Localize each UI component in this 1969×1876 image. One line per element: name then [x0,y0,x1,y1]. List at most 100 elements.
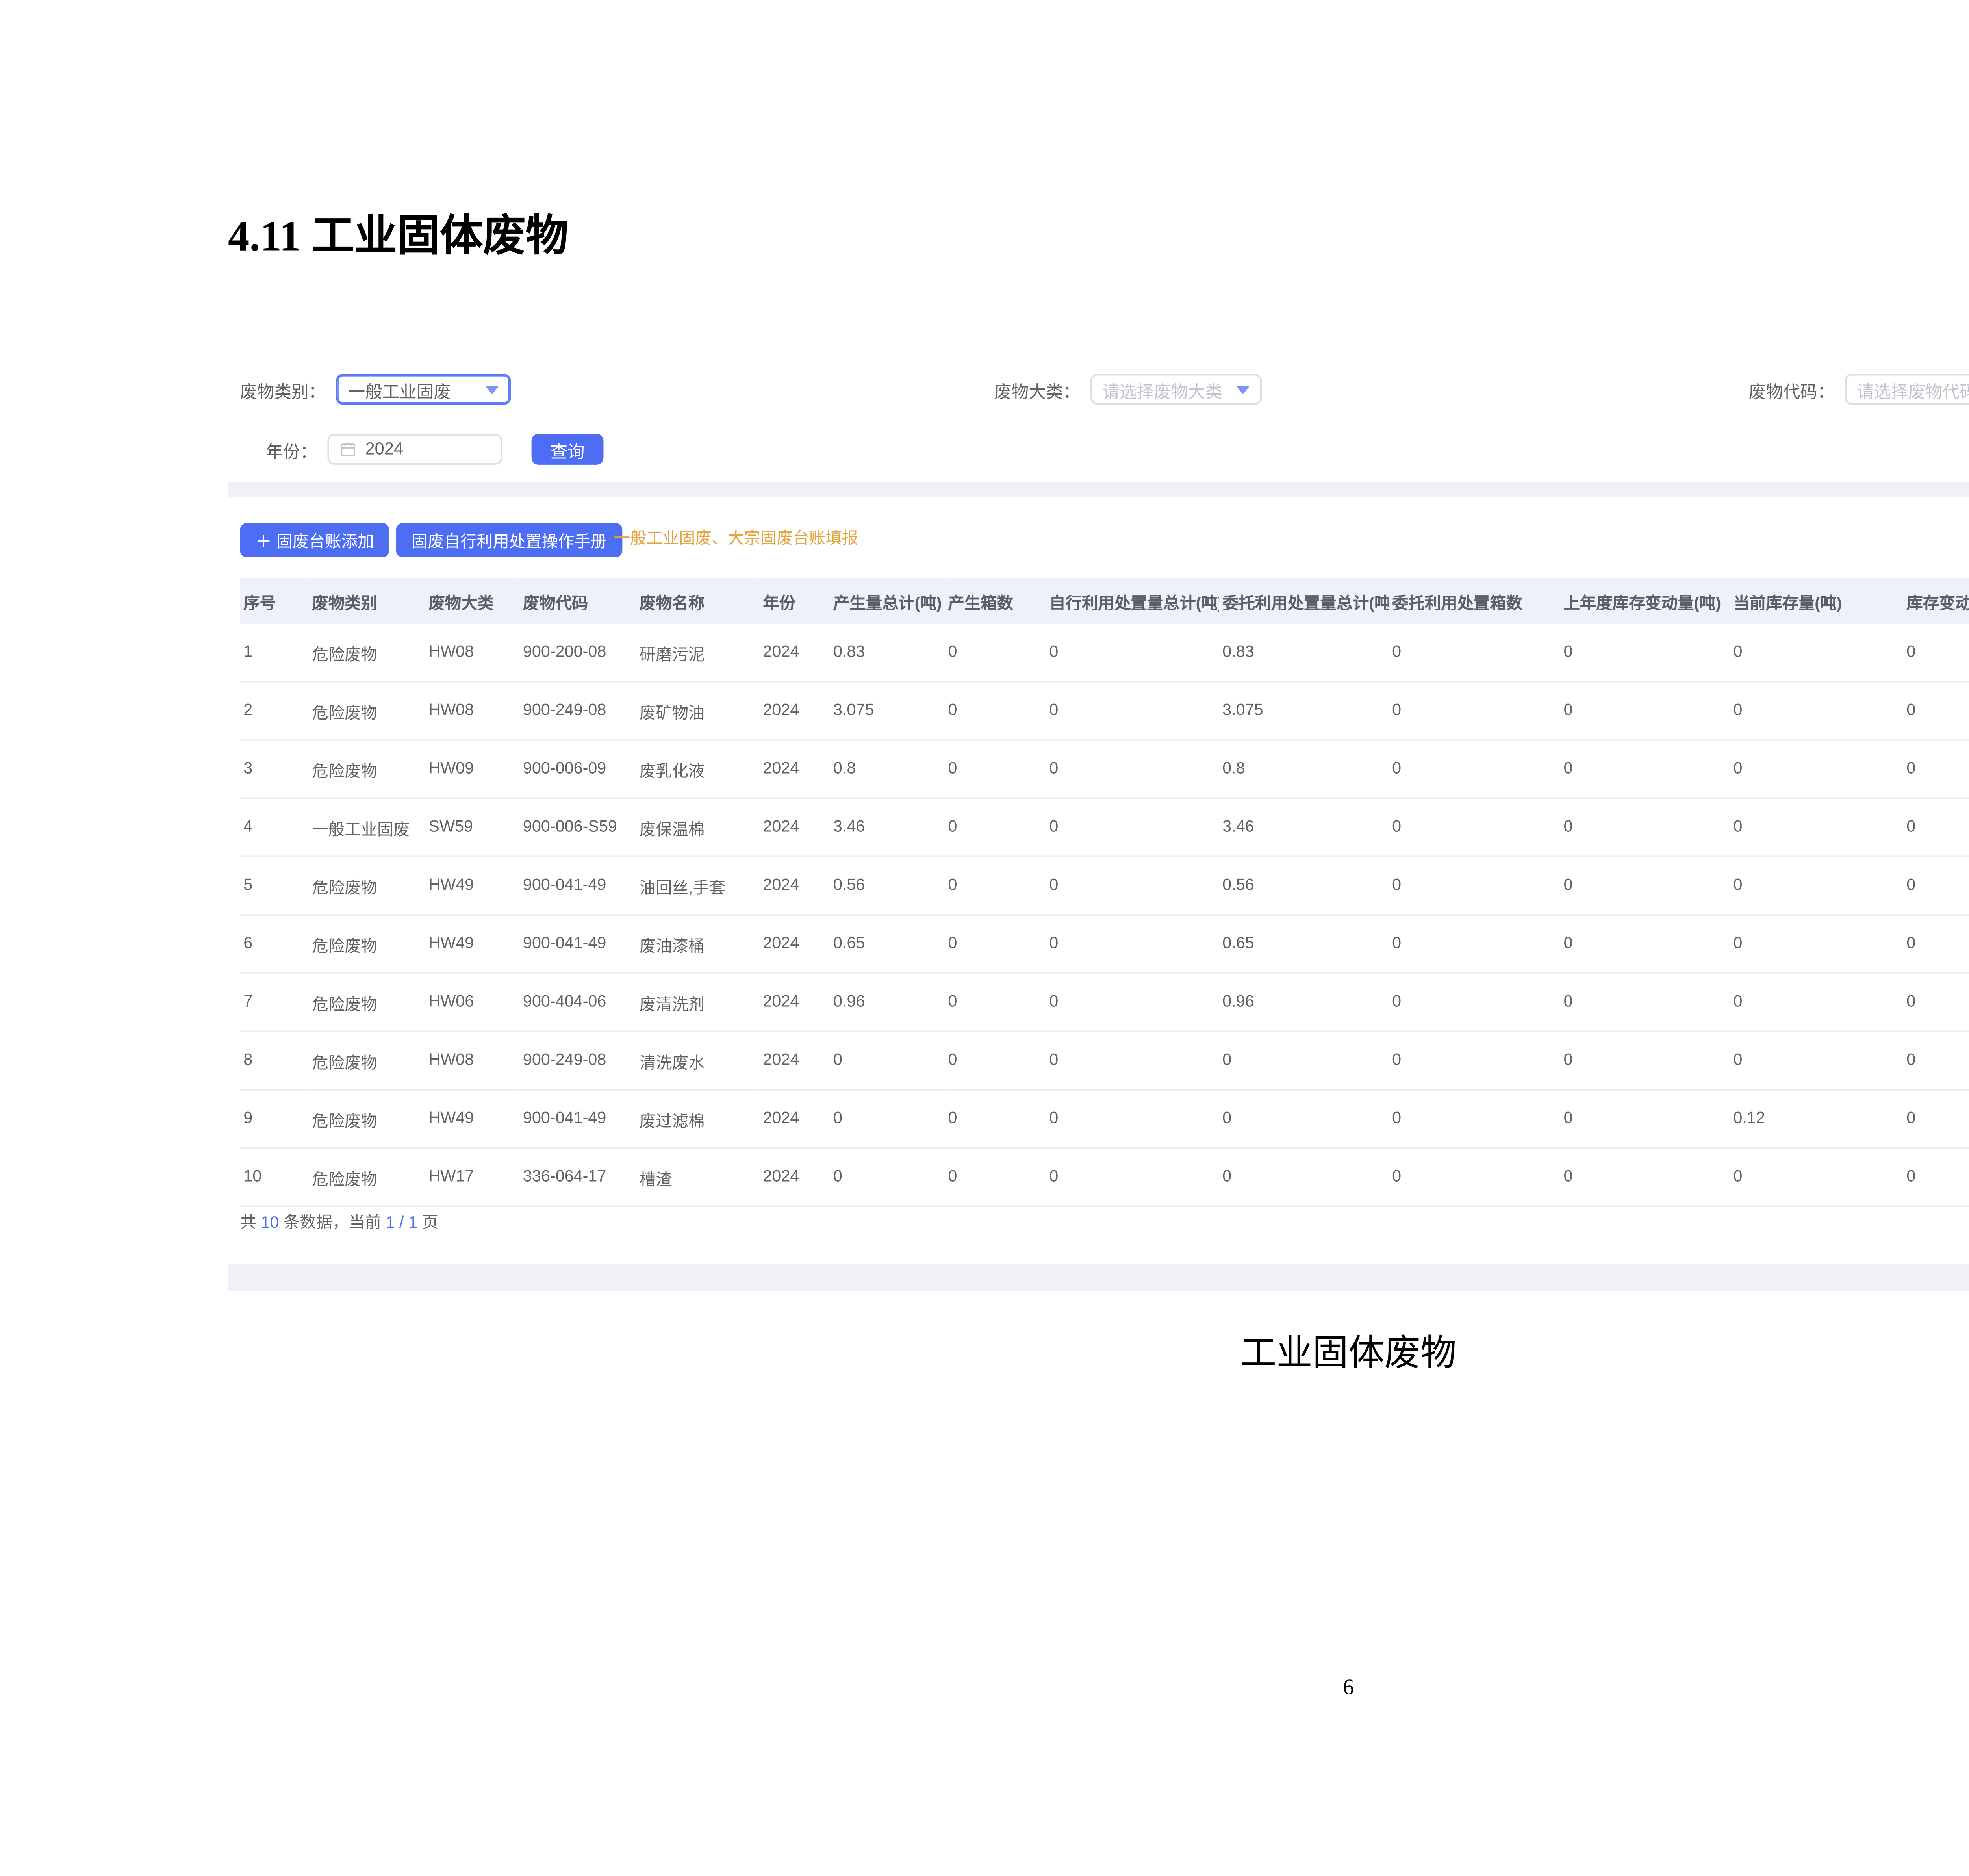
cell-entrusted_boxes: 0 [1389,857,1560,915]
cell-name: 废清洗剂 [636,973,759,1032]
cell-entrusted_boxes: 0 [1389,740,1560,798]
cell-self_disposed: 0 [1046,973,1219,1032]
waste-code-label: 废物代码： [1749,377,1835,402]
cell-year: 2024 [760,740,830,798]
cell-last_year_change: 0 [1560,740,1730,798]
filter-waste-class: 废物大类： 请选择废物大类 [994,374,1262,405]
cell-name: 油回丝,手套 [636,857,759,915]
table-body: 1危险废物HW08900-200-08研磨污泥20240.83000.83000… [240,624,1969,1206]
panel-divider [228,482,1969,497]
cell-entrusted: 0 [1219,1148,1389,1206]
cell-class: HW06 [425,973,519,1032]
cell-seq: 8 [240,1032,309,1090]
cell-self_disposed: 0 [1046,798,1219,857]
cell-category: 危险废物 [309,973,425,1032]
cell-code: 900-041-49 [519,915,636,973]
cell-entrusted_boxes: 0 [1389,624,1560,682]
waste-code-select[interactable]: 请选择废物代码 [1845,374,1969,405]
cell-seq: 9 [240,1090,309,1148]
cell-name: 清洗废水 [636,1032,759,1090]
panel-bottom-strip [228,1264,1969,1291]
cell-self_disposed: 0 [1046,915,1219,973]
column-header: 产生量总计(吨) [830,578,945,624]
cell-entrusted: 0.96 [1219,973,1389,1032]
column-header: 委托利用处置箱数 [1389,578,1560,624]
year-input[interactable]: 2024 [328,434,502,464]
table-row: 4一般工业固废SW59900-006-S59废保温棉20243.46003.46… [240,798,1969,857]
cell-seq: 4 [240,798,309,857]
cell-code: 900-006-09 [519,740,636,798]
table-row: 10危险废物HW17336-064-17槽渣202400000000正常2024… [240,1148,1969,1206]
cell-produced: 0.56 [830,857,945,915]
column-header: 自行利用处置量总计(吨) [1046,578,1219,624]
column-header: 当前库存量(吨) [1730,578,1903,624]
cell-class: HW09 [425,740,519,798]
cell-stock_change: 0 [1903,973,1969,1032]
column-header: 委托利用处置量总计(吨) [1219,578,1389,624]
cell-stock_change: 0 [1903,915,1969,973]
cell-current_stock: 0 [1730,682,1903,740]
cell-category: 危险废物 [309,915,425,973]
cell-category: 危险废物 [309,1148,425,1206]
cell-entrusted: 0.65 [1219,915,1389,973]
waste-code-placeholder: 请选择废物代码 [1857,377,1969,402]
cell-seq: 7 [240,973,309,1032]
cell-entrusted: 0 [1219,1090,1389,1148]
cell-name: 废过滤棉 [636,1090,759,1148]
cell-produced: 0 [830,1032,945,1090]
cell-name: 废乳化液 [636,740,759,798]
cell-produced: 0.8 [830,740,945,798]
cell-boxes: 0 [945,798,1046,857]
cell-class: HW08 [425,1032,519,1090]
page-number: 6 [228,1674,1969,1701]
column-header: 上年度库存变动量(吨) [1560,578,1730,624]
cell-category: 危险废物 [309,1032,425,1090]
cell-current_stock: 0 [1730,973,1903,1032]
cell-stock_change: 0 [1903,1090,1969,1148]
filter-waste-code: 废物代码： 请选择废物代码 [1749,374,1969,405]
cell-entrusted_boxes: 0 [1389,1148,1560,1206]
cell-self_disposed: 0 [1046,857,1219,915]
cell-self_disposed: 0 [1046,1090,1219,1148]
cell-year: 2024 [760,624,830,682]
summary-text: 条数据，当前 [279,1214,386,1233]
table-row: 7危险废物HW06900-404-06废清洗剂20240.96000.96000… [240,973,1969,1032]
cell-code: 900-006-S59 [519,798,636,857]
cell-boxes: 0 [945,1032,1046,1090]
cell-year: 2024 [760,682,830,740]
cell-current_stock: 0 [1730,1148,1903,1206]
cell-code: 900-249-08 [519,682,636,740]
cell-code: 900-041-49 [519,1090,636,1148]
cell-entrusted_boxes: 0 [1389,682,1560,740]
cell-entrusted: 0.83 [1219,624,1389,682]
cell-last_year_change: 0 [1560,1090,1730,1148]
filter-year: 年份： 2024 [266,434,502,464]
cell-seq: 6 [240,915,309,973]
cell-stock_change: 0 [1903,740,1969,798]
cell-boxes: 0 [945,1090,1046,1148]
cell-seq: 5 [240,857,309,915]
cell-current_stock: 0.12 [1730,1090,1903,1148]
calendar-icon [339,441,357,458]
figure-caption: 工业固体废物 [228,1325,1969,1377]
table-header: 序号 废物类别 废物大类 废物代码 废物名称 年份 产生量总计(吨) 产生箱数 … [240,578,1969,624]
disposal-manual-button[interactable]: 固废自行利用处置操作手册 [396,523,623,557]
waste-class-select[interactable]: 请选择废物大类 [1090,374,1262,405]
cell-produced: 0 [830,1148,945,1206]
cell-class: HW49 [425,857,519,915]
cell-year: 2024 [760,973,830,1032]
column-header: 库存变动量(吨) [1903,578,1969,624]
waste-category-select[interactable]: 一般工业固废 [336,374,511,405]
cell-produced: 0.96 [830,973,945,1032]
cell-class: SW59 [425,798,519,857]
cell-seq: 1 [240,624,309,682]
records-summary: 共 10 条数据，当前 1 / 1 页 [240,1209,438,1240]
waste-ledger-table: 序号 废物类别 废物大类 废物代码 废物名称 年份 产生量总计(吨) 产生箱数 … [240,578,1969,1207]
table-panel: ＋ 固废台账添加 固废自行利用处置操作手册 一般工业固废、大宗固废台账填报 导出 [228,497,1969,1264]
cell-entrusted: 0.56 [1219,857,1389,915]
total-count: 10 [261,1214,279,1233]
search-button[interactable]: 查询 [532,434,604,464]
table-row: 2危险废物HW08900-249-08废矿物油20243.075003.0750… [240,682,1969,740]
column-header: 废物大类 [425,578,519,624]
add-ledger-button[interactable]: ＋ 固废台账添加 [240,523,389,557]
